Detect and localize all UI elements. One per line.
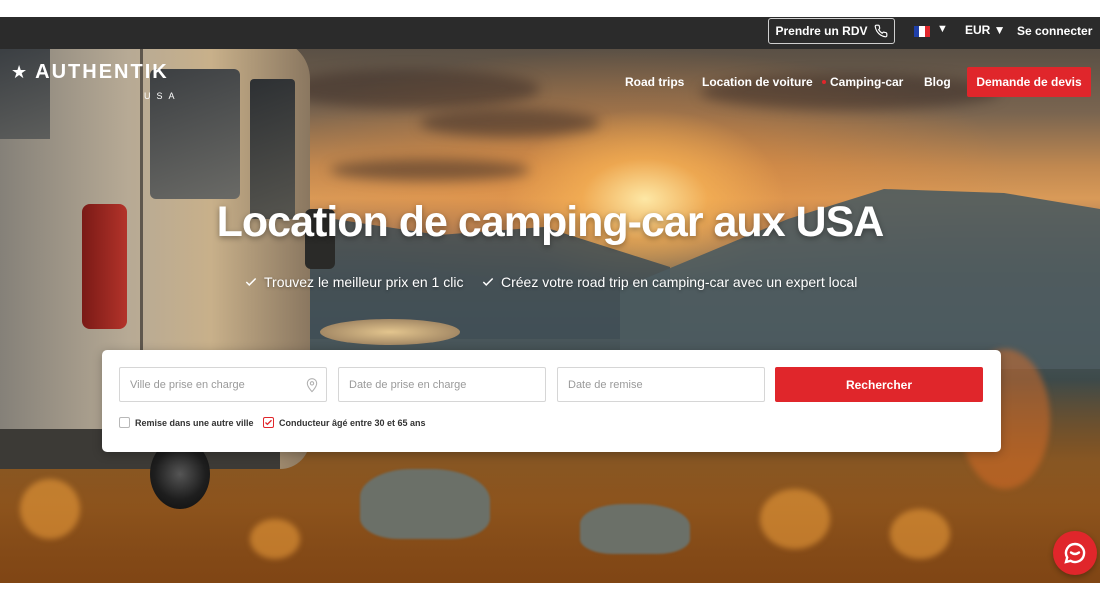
check-icon: [265, 419, 272, 426]
nav-item-blog[interactable]: Blog: [924, 75, 951, 89]
option-other-city[interactable]: Remise dans une autre ville: [119, 417, 254, 428]
rock: [580, 504, 690, 554]
language-caret-icon[interactable]: ▼: [937, 23, 948, 35]
page: Prendre un RDV ▼ EUR ▼ Se connecter ★ AU…: [0, 0, 1100, 600]
pickup-date-field[interactable]: [338, 367, 546, 402]
other-city-checkbox[interactable]: [119, 417, 130, 428]
option-label: Remise dans une autre ville: [135, 417, 254, 428]
nav-item-car-rental[interactable]: Location de voiture: [702, 75, 813, 89]
bottom-spacer: [0, 583, 1100, 600]
return-date-field[interactable]: [557, 367, 765, 402]
nav-item-camping-car[interactable]: Camping-car: [822, 75, 904, 89]
login-link[interactable]: Se connecter: [1017, 24, 1092, 38]
quote-request-button[interactable]: Demande de devis: [967, 67, 1091, 97]
search-form: Rechercher Remise dans une autre ville C…: [102, 350, 1001, 452]
main-nav: Road trips Location de voiture Camping-c…: [0, 67, 1100, 97]
cloud: [420, 109, 600, 137]
hero-background: [0, 49, 1100, 583]
pickup-city-input[interactable]: [130, 378, 300, 391]
lake: [320, 319, 460, 345]
check-icon: [482, 277, 494, 286]
rock: [360, 469, 490, 539]
nav-item-label: Camping-car: [830, 75, 904, 89]
appointment-label: Prendre un RDV: [775, 24, 868, 38]
active-indicator: [822, 80, 826, 84]
search-button[interactable]: Rechercher: [775, 367, 983, 402]
top-bar: Prendre un RDV ▼ EUR ▼ Se connecter: [0, 17, 1100, 49]
chat-button[interactable]: [1053, 531, 1097, 575]
france-flag-icon[interactable]: [914, 26, 930, 37]
cloud: [330, 159, 530, 181]
location-pin-icon[interactable]: [304, 376, 320, 394]
hero-title: Location de camping-car aux USA: [216, 198, 885, 246]
top-spacer: [0, 0, 1100, 17]
option-driver-age[interactable]: Conducteur âgé entre 30 et 65 ans: [263, 417, 426, 428]
phone-icon: [874, 24, 887, 38]
hero-bullet-text: Créez votre road trip en camping-car ave…: [501, 274, 858, 290]
appointment-button[interactable]: Prendre un RDV: [768, 18, 895, 44]
bokeh: [890, 509, 950, 559]
currency-selector[interactable]: EUR ▼: [965, 23, 1006, 37]
option-label: Conducteur âgé entre 30 et 65 ans: [279, 417, 426, 428]
pickup-city-field[interactable]: [119, 367, 327, 402]
bokeh: [250, 519, 300, 559]
hero-bullet: Créez votre road trip en camping-car ave…: [481, 274, 857, 290]
nav-item-road-trips[interactable]: Road trips: [625, 75, 684, 89]
hero-bullet-text: Trouvez le meilleur prix en 1 clic: [264, 274, 464, 290]
hero-bullet: Trouvez le meilleur prix en 1 clic: [244, 274, 463, 290]
return-date-input[interactable]: [568, 378, 738, 391]
bokeh: [760, 489, 830, 549]
check-icon: [245, 277, 257, 286]
pickup-date-input[interactable]: [349, 378, 519, 391]
chat-icon: [1064, 542, 1086, 564]
driver-age-checkbox[interactable]: [263, 417, 274, 428]
